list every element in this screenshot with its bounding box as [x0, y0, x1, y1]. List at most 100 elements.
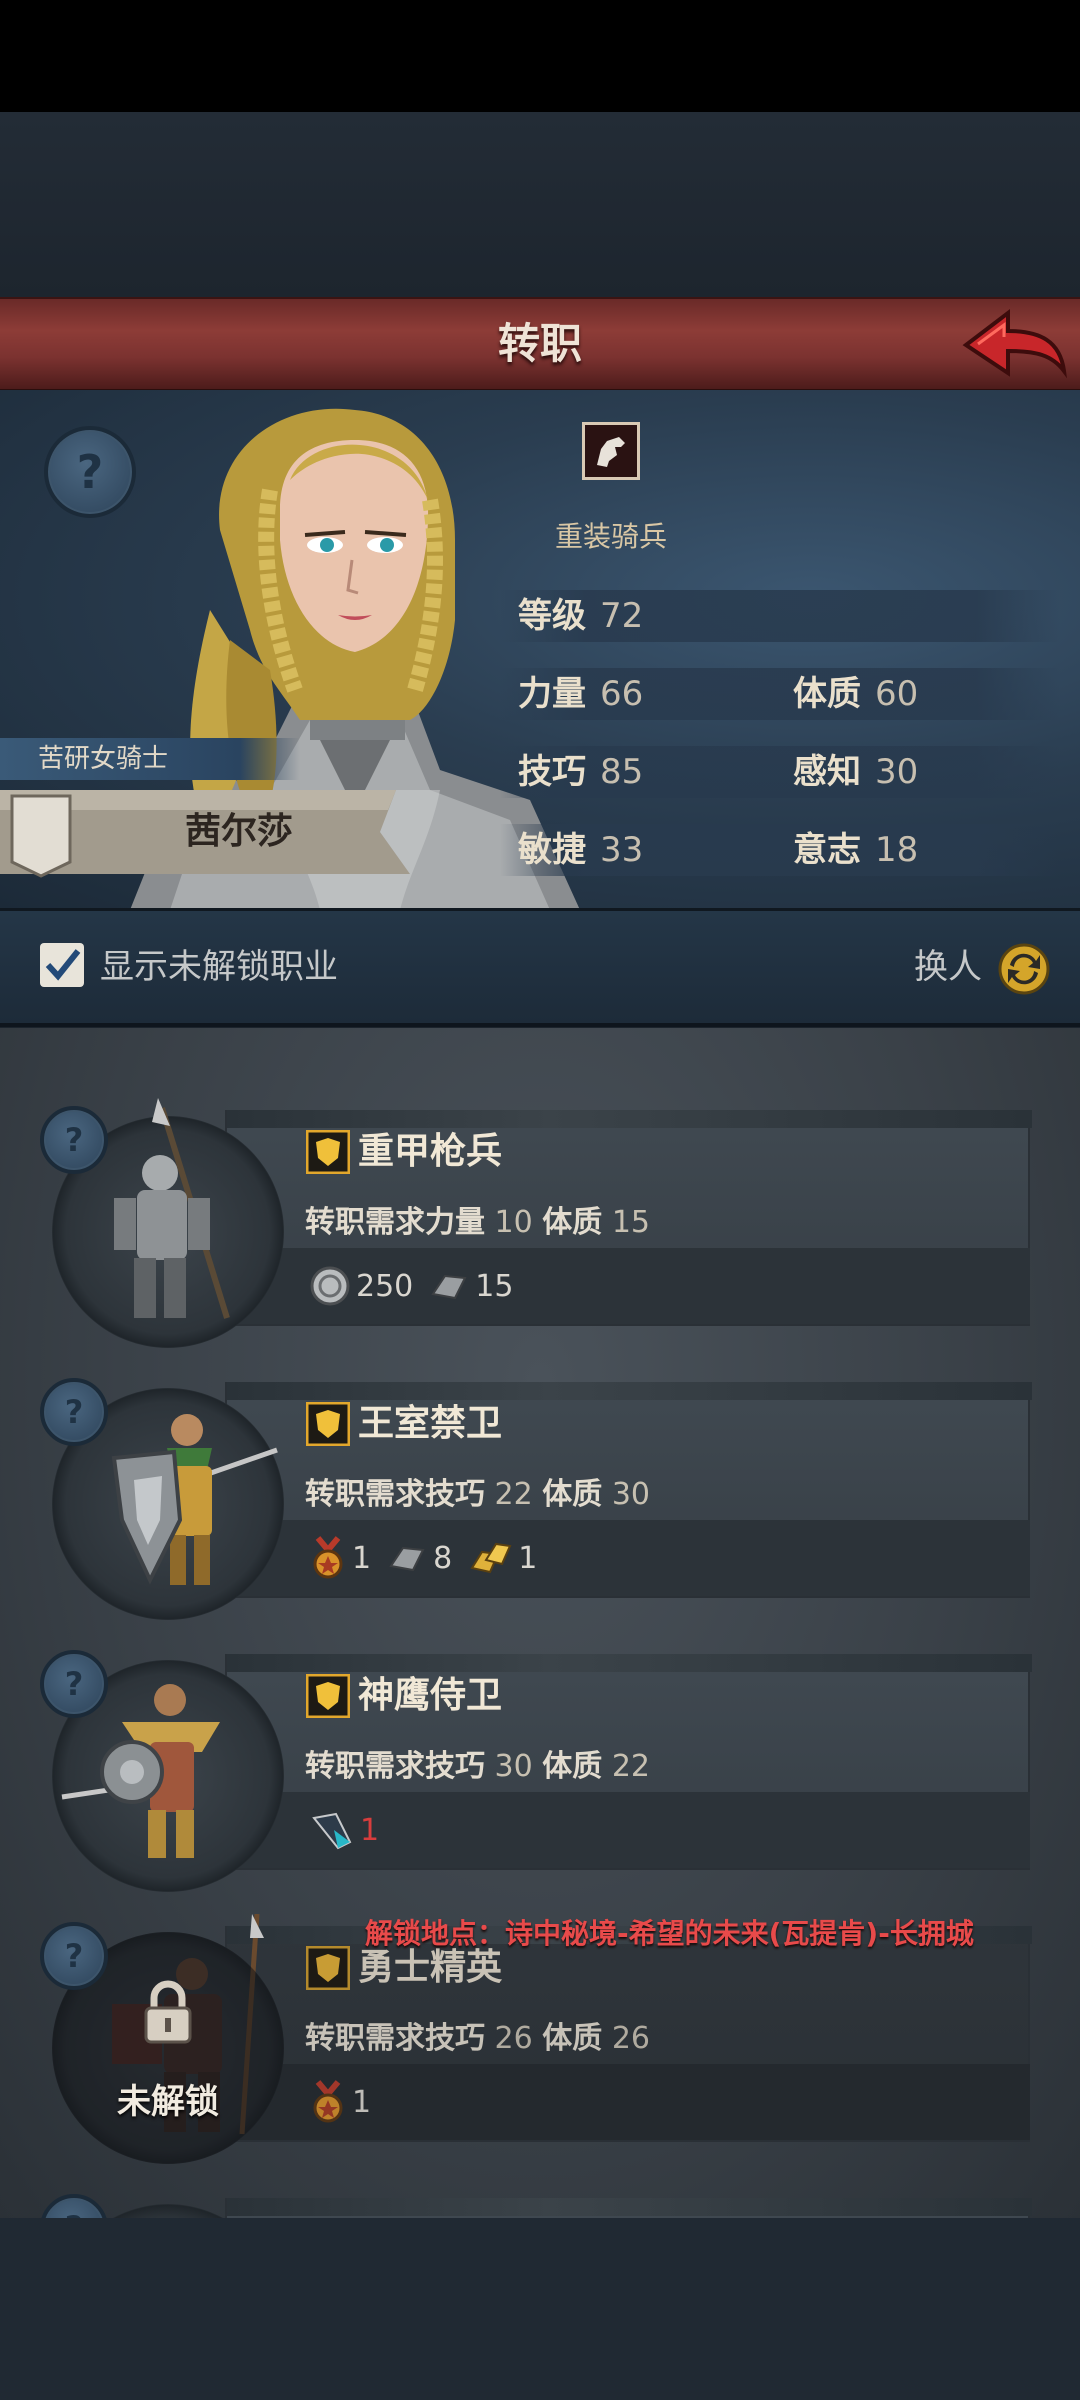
- class-horse-icon: [582, 422, 640, 480]
- cost-value: 1: [360, 1812, 380, 1848]
- job-requirements: 转职需求力量 10 体质 15: [305, 1198, 650, 1248]
- job-requirements: 转职需求技巧 30 体质 22: [305, 1742, 650, 1792]
- job-card-locked[interactable]: 未解锁 ? 勇士精英 解锁地点：诗中秘境-希望的未来(瓦提肯)-长拥城 转职需求…: [0, 1914, 1080, 2164]
- stat-label-level: 等级: [518, 596, 586, 636]
- job-card[interactable]: ? 神鹰侍卫 转职需求技巧 30 体质 22 1: [0, 1642, 1080, 1892]
- cost-value: 1: [518, 1540, 538, 1576]
- question-icon: ?: [76, 445, 104, 499]
- question-icon: ?: [64, 1121, 84, 1159]
- iron-ingot-icon: [389, 1546, 425, 1572]
- show-locked-checkbox[interactable]: [40, 943, 84, 987]
- character-title: 苦研女骑士: [38, 744, 169, 774]
- stat-label-perception: 感知: [793, 752, 861, 792]
- req1-label: 技巧: [425, 1477, 485, 1512]
- cost-value: 1: [352, 2084, 372, 2120]
- cost-value: 1: [352, 1540, 372, 1576]
- stat-value-will: 18: [875, 830, 919, 870]
- title-banner: 转职: [0, 297, 1080, 392]
- job-card-partial[interactable]: ?: [0, 2186, 1080, 2218]
- medal-icon: [313, 2080, 343, 2123]
- stat-value-agility: 33: [600, 830, 644, 870]
- bottom-backdrop: [0, 2218, 1080, 2400]
- job-list[interactable]: ? 重甲枪兵 转职需求力量 10 体质 15 250 15 ? 王室禁卫 转职需…: [0, 1028, 1080, 2218]
- help-button[interactable]: ?: [40, 1650, 108, 1718]
- req1-label: 技巧: [425, 1749, 485, 1784]
- req1-value: 10: [494, 1205, 533, 1240]
- unlock-location-hint: 解锁地点：诗中秘境-希望的未来(瓦提肯)-长拥城: [365, 1917, 974, 1950]
- shield-icon: [306, 1946, 350, 1990]
- req2-value: 22: [611, 1749, 651, 1784]
- filter-bar: 显示未解锁职业 换人: [0, 908, 1080, 1027]
- stat-label-will: 意志: [793, 830, 861, 870]
- job-costs: 1: [310, 1800, 389, 1860]
- job-requirements: 转职需求技巧 22 体质 30: [305, 1470, 650, 1520]
- show-locked-label[interactable]: 显示未解锁职业: [100, 911, 338, 1023]
- character-panel: ? 重装骑兵 等级 72 力量 66 体质 60 技巧 85 感知 30 敏捷 33 意志 1…: [0, 390, 1080, 910]
- class-name: 重装骑兵: [555, 520, 668, 553]
- help-button[interactable]: ?: [40, 1378, 108, 1446]
- gold-bars-icon: [470, 1542, 512, 1574]
- crystal-shard-icon: [312, 1812, 352, 1850]
- question-icon: ?: [64, 1665, 84, 1703]
- req2-value: 15: [611, 1205, 651, 1240]
- req1-value: 26: [494, 2021, 533, 2056]
- req2-label: 体质: [542, 1205, 603, 1240]
- req2-label: 体质: [542, 1477, 603, 1512]
- help-button[interactable]: ?: [40, 2194, 108, 2218]
- job-costs: 1: [310, 2072, 381, 2132]
- req-prefix: 转职需求: [305, 2021, 425, 2056]
- cost-value: 250: [356, 1268, 414, 1304]
- checkmark-icon: [45, 949, 81, 981]
- stat-label-skill: 技巧: [518, 752, 586, 792]
- req-prefix: 转职需求: [305, 1477, 425, 1512]
- req-prefix: 转职需求: [305, 1749, 425, 1784]
- stat-row-skill: 技巧 85 感知 30: [500, 746, 1060, 798]
- question-icon: ?: [64, 1937, 84, 1975]
- locked-label: 未解锁: [117, 2082, 219, 2122]
- swap-character-icon[interactable]: [998, 943, 1050, 995]
- stat-row-strength: 力量 66 体质 60: [500, 668, 1060, 720]
- req2-label: 体质: [542, 2021, 603, 2056]
- stat-value-perception: 30: [875, 752, 919, 792]
- stat-value-strength: 66: [600, 674, 644, 714]
- stat-row-agility: 敏捷 33 意志 18: [500, 824, 1060, 876]
- cost-value: 15: [475, 1268, 514, 1304]
- stat-label-constitution: 体质: [793, 674, 861, 714]
- req1-label: 力量: [425, 1205, 485, 1240]
- help-button[interactable]: ?: [40, 1922, 108, 1990]
- help-button[interactable]: ?: [44, 426, 136, 518]
- job-costs: 250 15: [310, 1256, 523, 1316]
- top-backdrop: [0, 112, 1080, 297]
- stat-value-level: 72: [600, 596, 644, 636]
- shield-icon: [306, 1130, 350, 1174]
- req1-value: 30: [494, 1749, 533, 1784]
- shield-icon: [306, 1674, 350, 1718]
- stat-row-level: 等级 72: [500, 590, 1060, 642]
- job-card[interactable]: ? 重甲枪兵 转职需求力量 10 体质 15 250 15: [0, 1098, 1080, 1348]
- req2-value: 30: [611, 1477, 651, 1512]
- padlock-icon: [144, 1980, 192, 2044]
- question-icon: ?: [64, 1393, 84, 1431]
- shield-icon: [306, 1402, 350, 1446]
- help-button[interactable]: ?: [40, 1106, 108, 1174]
- job-name: 王室禁卫: [358, 1403, 503, 1444]
- req2-label: 体质: [542, 1749, 603, 1784]
- stat-label-strength: 力量: [518, 674, 586, 714]
- silver-coin-icon: [310, 1266, 350, 1306]
- character-name: 茜尔莎: [185, 811, 294, 852]
- job-name: 神鹰侍卫: [358, 1675, 503, 1716]
- question-icon: ?: [44, 2198, 104, 2218]
- job-requirements: 转职需求技巧 26 体质 26: [305, 2014, 650, 2064]
- swap-character-label[interactable]: 换人: [914, 911, 982, 1023]
- req1-value: 22: [494, 1477, 533, 1512]
- stat-value-constitution: 60: [875, 674, 919, 714]
- job-name: 重甲枪兵: [358, 1131, 503, 1172]
- job-card[interactable]: ? 王室禁卫 转职需求技巧 22 体质 30 1 8 1: [0, 1370, 1080, 1620]
- back-arrow-button[interactable]: [960, 307, 1070, 381]
- req-prefix: 转职需求: [305, 1205, 425, 1240]
- job-costs: 1 8 1: [310, 1528, 547, 1588]
- stat-value-skill: 85: [600, 752, 644, 792]
- req1-label: 技巧: [425, 2021, 485, 2056]
- req2-value: 26: [611, 2021, 651, 2056]
- page-title: 转职: [497, 319, 582, 368]
